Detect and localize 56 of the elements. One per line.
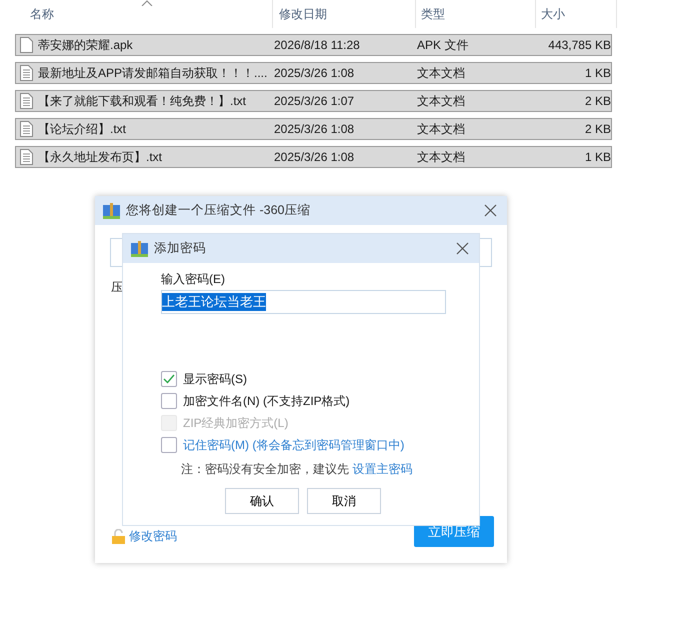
close-icon[interactable] (456, 242, 469, 255)
file-type: 文本文档 (417, 120, 466, 138)
archive-icon (103, 202, 120, 218)
archive-icon (131, 240, 148, 256)
checkbox-label: ZIP经典加密方式(L) (183, 414, 288, 432)
file-size: 2 KB (584, 94, 611, 108)
dialog-button[interactable]: 取消 (307, 488, 381, 514)
file-row[interactable]: 蒂安娜的荣耀.apk 2026/8/18 11:28 APK 文件 443,785 KB (15, 34, 612, 56)
file-name: 最新地址及APP请发邮箱自动获取！！！.... (38, 64, 268, 82)
text-file-icon (20, 149, 33, 165)
file-name: 【来了就能下载和观看！纯免费！】.txt (38, 92, 246, 110)
dialog-button[interactable]: 确认 (225, 488, 299, 514)
checkbox[interactable] (161, 371, 177, 387)
text-file-icon (20, 65, 33, 81)
file-type: 文本文档 (417, 92, 466, 110)
file-type: 文本文档 (417, 148, 466, 166)
checkbox[interactable] (161, 437, 177, 453)
note-text: 注：密码没有安全加密，建议先 (181, 462, 349, 476)
file-row[interactable]: 【论坛介绍】.txt 2025/3/26 1:08 文本文档 2 KB (15, 118, 612, 140)
file-name: 【永久地址发布页】.txt (38, 148, 162, 166)
column-header[interactable]: 修改日期 (273, 0, 416, 28)
dialog-title: 您将创建一个压缩文件 -360压缩 (126, 202, 312, 219)
checkbox[interactable] (161, 393, 177, 409)
checkbox-label: 记住密码(M) (将会备忘到密码管理窗口中) (183, 436, 404, 454)
column-header[interactable]: 名称 (0, 0, 273, 28)
password-label: 输入密码(E) (161, 271, 226, 288)
file-date: 2025/3/26 1:07 (274, 94, 356, 108)
checkbox-label: 加密文件名(N) (不支持ZIP格式) (183, 392, 350, 410)
column-header[interactable]: 类型 (416, 0, 536, 28)
set-master-password-link[interactable]: 设置主密码 (352, 462, 412, 476)
file-date: 2025/3/26 1:08 (274, 150, 356, 164)
file-row[interactable]: 【来了就能下载和观看！纯免费！】.txt 2025/3/26 1:07 文本文档 2 KB (15, 90, 612, 112)
file-row[interactable]: 最新地址及APP请发邮箱自动获取！！！.... 2025/3/26 1:08 文本文档 1 KB (15, 62, 612, 84)
file-name: 【论坛介绍】.txt (38, 120, 126, 138)
file-size: 443,785 KB (547, 38, 611, 52)
close-icon[interactable] (484, 204, 497, 217)
text-file-icon (20, 121, 33, 137)
file-type: APK 文件 (417, 36, 470, 54)
file-icon (20, 37, 33, 53)
file-date: 2026/8/18 11:28 (274, 38, 361, 52)
file-name: 蒂安娜的荣耀.apk (38, 36, 133, 54)
file-type: 文本文档 (417, 64, 466, 82)
lock-icon (112, 529, 125, 544)
change-password-link[interactable]: 修改密码 (129, 528, 177, 545)
file-size: 1 KB (584, 150, 611, 164)
file-date: 2025/3/26 1:08 (274, 122, 356, 136)
password-field[interactable]: 上老王论坛当老王 (161, 290, 446, 314)
text-file-icon (20, 93, 33, 109)
field-label: 压 (111, 279, 123, 296)
file-size: 2 KB (584, 122, 611, 136)
file-date: 2025/3/26 1:08 (274, 66, 356, 80)
dialog-title: 添加密码 (154, 240, 207, 257)
checkbox-label: 显示密码(S) (183, 370, 247, 388)
file-size: 1 KB (584, 66, 611, 80)
column-header[interactable]: 大小 (536, 0, 617, 28)
file-row[interactable]: 【永久地址发布页】.txt 2025/3/26 1:08 文本文档 1 KB (15, 146, 612, 168)
